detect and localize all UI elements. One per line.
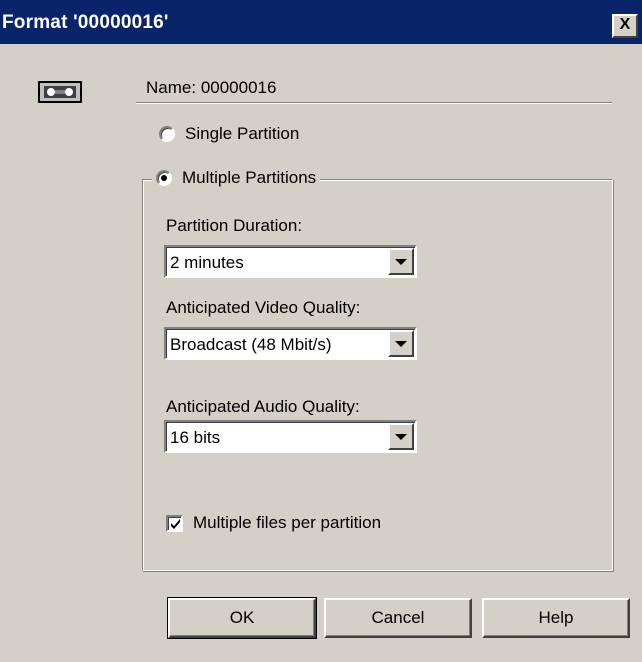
audio-quality-label: Anticipated Audio Quality: bbox=[166, 397, 360, 416]
partition-duration-select[interactable]: 2 minutes bbox=[164, 245, 417, 278]
multiple-files-label: Multiple files per partition bbox=[193, 513, 382, 532]
multiple-partitions-option[interactable]: Multiple Partitions bbox=[152, 168, 321, 188]
multiple-files-checkbox[interactable] bbox=[166, 514, 183, 532]
single-partition-label: Single Partition bbox=[185, 124, 300, 143]
chevron-down-icon bbox=[395, 341, 407, 347]
close-button[interactable]: X bbox=[612, 14, 638, 38]
single-partition-radio[interactable] bbox=[159, 126, 175, 142]
video-quality-value: Broadcast (48 Mbit/s) bbox=[170, 335, 332, 354]
audio-quality-value: 16 bits bbox=[170, 428, 221, 447]
help-button[interactable]: Help bbox=[482, 598, 630, 638]
cancel-button-label: Cancel bbox=[371, 608, 425, 627]
multiple-files-option[interactable]: Multiple files per partition bbox=[166, 513, 381, 533]
partition-duration-value: 2 minutes bbox=[170, 253, 244, 272]
window-title: Format '00000016' bbox=[2, 12, 169, 33]
dropdown-button[interactable] bbox=[388, 423, 414, 450]
checkmark-icon bbox=[171, 518, 180, 529]
audio-quality-select[interactable]: 16 bits bbox=[164, 420, 417, 453]
close-icon: X bbox=[619, 16, 631, 33]
multiple-partitions-label: Multiple Partitions bbox=[182, 168, 317, 187]
name-label: Name: bbox=[146, 78, 197, 97]
dropdown-button[interactable] bbox=[388, 248, 414, 275]
help-button-label: Help bbox=[538, 608, 574, 627]
chevron-down-icon bbox=[395, 434, 407, 440]
single-partition-option[interactable]: Single Partition bbox=[159, 124, 299, 144]
title-bar: Format '00000016' X bbox=[0, 0, 642, 44]
multiple-partitions-radio[interactable] bbox=[156, 170, 172, 186]
video-quality-select[interactable]: Broadcast (48 Mbit/s) bbox=[164, 327, 417, 360]
cancel-button[interactable]: Cancel bbox=[324, 598, 472, 638]
ok-button-label: OK bbox=[229, 608, 255, 627]
dropdown-button[interactable] bbox=[388, 330, 414, 357]
separator bbox=[136, 102, 612, 104]
video-quality-label: Anticipated Video Quality: bbox=[166, 298, 361, 317]
chevron-down-icon bbox=[395, 259, 407, 265]
partition-duration-label: Partition Duration: bbox=[166, 216, 303, 235]
name-value: 00000016 bbox=[200, 78, 277, 97]
name-display: Name: 00000016 bbox=[146, 78, 276, 98]
ok-button[interactable]: OK bbox=[167, 597, 317, 639]
videotape-icon bbox=[38, 81, 82, 103]
